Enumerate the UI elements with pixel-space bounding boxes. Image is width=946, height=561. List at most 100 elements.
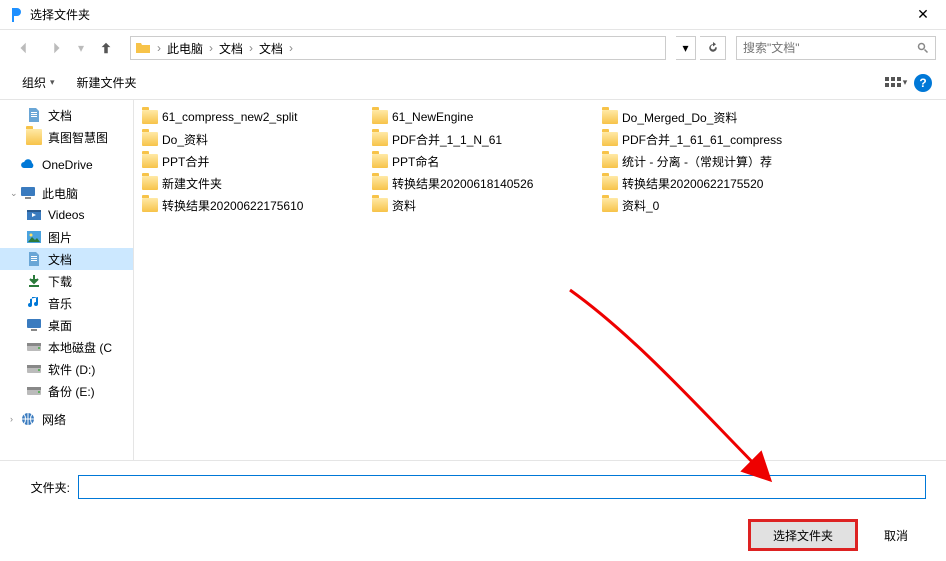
monitor-icon	[20, 185, 36, 201]
forward-button[interactable]	[42, 34, 70, 62]
sidebar-item-videos[interactable]: Videos	[0, 204, 133, 226]
chevron-right-icon: ›	[247, 41, 255, 55]
folder-icon	[602, 176, 618, 190]
sidebar-item-c[interactable]: 本地磁盘 (C	[0, 336, 133, 358]
folder-name-label: 文件夹:	[20, 479, 70, 496]
view-button[interactable]	[884, 71, 908, 95]
folder-item[interactable]: 资料_0	[598, 194, 828, 216]
up-button[interactable]	[92, 34, 120, 62]
folder-name: PPT命名	[392, 153, 439, 170]
folder-name: 资料_0	[622, 197, 659, 214]
folder-icon	[135, 40, 151, 56]
sidebar-item-d[interactable]: 软件 (D:)	[0, 358, 133, 380]
folder-name: Do_资料	[162, 131, 208, 148]
folder-name: PDF合并_1_1_N_61	[392, 131, 502, 148]
organize-button[interactable]: 组织	[14, 71, 63, 94]
refresh-button[interactable]	[700, 36, 726, 60]
folder-item[interactable]: 转换结果20200622175610	[138, 194, 368, 216]
folder-item[interactable]: Do_Merged_Do_资料	[598, 106, 828, 128]
folder-icon	[602, 154, 618, 168]
navbar: ▾ › 此电脑 › 文档 › 文档 › ▾	[0, 30, 946, 66]
folder-name: 转换结果20200618140526	[392, 175, 533, 192]
folder-item[interactable]: 转换结果20200618140526	[368, 172, 598, 194]
folder-icon	[372, 176, 388, 190]
window-title: 选择文件夹	[30, 6, 908, 23]
sidebar-item-label: 音乐	[48, 295, 72, 312]
folder-item[interactable]: 统计 - 分离 -（常规计算）荐	[598, 150, 828, 172]
sidebar-item-[interactable]: 文档	[0, 248, 133, 270]
sidebar-item-label: 下载	[48, 273, 72, 290]
sidebar[interactable]: 文档 真图智慧图 OneDrive ⌄此电脑 Videos图片文档下载音乐桌面本…	[0, 100, 134, 460]
toolbar: 组织 新建文件夹 ?	[0, 66, 946, 100]
sidebar-item-network[interactable]: › 网络	[0, 408, 133, 430]
music-icon	[26, 295, 42, 311]
folder-icon	[372, 110, 388, 124]
sidebar-item-[interactable]: 音乐	[0, 292, 133, 314]
picture-icon	[26, 229, 42, 245]
sidebar-item-[interactable]: 图片	[0, 226, 133, 248]
sidebar-item-label: 网络	[42, 411, 66, 428]
folder-item[interactable]: 资料	[368, 194, 598, 216]
folder-name: 61_NewEngine	[392, 110, 473, 124]
folder-icon	[142, 110, 158, 124]
disk-icon	[26, 383, 42, 399]
back-button[interactable]	[10, 34, 38, 62]
folder-name: 转换结果20200622175520	[622, 175, 763, 192]
sidebar-item-e[interactable]: 备份 (E:)	[0, 380, 133, 402]
crumb-documents[interactable]: 文档	[215, 40, 247, 57]
folder-name: 资料	[392, 197, 416, 214]
folder-item[interactable]: 61_compress_new2_split	[138, 106, 368, 128]
close-button[interactable]: ✕	[908, 6, 938, 23]
sidebar-item-label: 图片	[48, 229, 72, 246]
select-folder-button[interactable]: 选择文件夹	[748, 519, 858, 551]
breadcrumb-dropdown[interactable]: ▾	[676, 36, 696, 60]
download-icon	[26, 273, 42, 289]
search-box[interactable]	[736, 36, 936, 60]
folder-item[interactable]: PDF合并_1_61_61_compress	[598, 128, 828, 150]
expand-icon[interactable]: ›	[10, 414, 20, 424]
chevron-right-icon: ›	[287, 41, 295, 55]
cloud-icon	[20, 157, 36, 173]
sidebar-item-zhentu[interactable]: 真图智慧图	[0, 126, 133, 148]
organize-label: 组织	[22, 74, 46, 91]
crumb-thispc[interactable]: 此电脑	[163, 40, 207, 57]
chevron-right-icon: ›	[155, 41, 163, 55]
folder-list[interactable]: 61_compress_new2_split 61_NewEngine Do_Mer…	[134, 100, 946, 460]
folder-item[interactable]: PPT合并	[138, 150, 368, 172]
folder-item[interactable]: Do_资料	[138, 128, 368, 150]
help-button[interactable]: ?	[914, 74, 932, 92]
doc-icon	[26, 251, 42, 267]
sidebar-item-thispc[interactable]: ⌄此电脑	[0, 182, 133, 204]
folder-item[interactable]: PPT命名	[368, 150, 598, 172]
sidebar-item-onedrive[interactable]: OneDrive	[0, 154, 133, 176]
titlebar: 选择文件夹 ✕	[0, 0, 946, 30]
folder-icon	[26, 129, 42, 145]
sidebar-item-[interactable]: 桌面	[0, 314, 133, 336]
sidebar-item-label: 软件 (D:)	[48, 361, 95, 378]
folder-item[interactable]: 转换结果20200622175520	[598, 172, 828, 194]
folder-icon	[142, 198, 158, 212]
sidebar-item-label: 文档	[48, 251, 72, 268]
crumb-documents2[interactable]: 文档	[255, 40, 287, 57]
app-logo-icon	[8, 7, 24, 23]
folder-item[interactable]: PDF合并_1_1_N_61	[368, 128, 598, 150]
cancel-button[interactable]: 取消	[866, 522, 926, 548]
sidebar-item-documents-quick[interactable]: 文档	[0, 104, 133, 126]
folder-item[interactable]: 新建文件夹	[138, 172, 368, 194]
search-input[interactable]	[743, 41, 917, 55]
folder-name-input[interactable]	[78, 475, 926, 499]
new-folder-button[interactable]: 新建文件夹	[69, 71, 145, 94]
network-icon	[20, 411, 36, 427]
collapse-icon[interactable]: ⌄	[10, 188, 20, 199]
folder-item[interactable]: 61_NewEngine	[368, 106, 598, 128]
recent-dropdown[interactable]: ▾	[74, 34, 88, 62]
folder-icon	[602, 132, 618, 146]
sidebar-item-[interactable]: 下载	[0, 270, 133, 292]
folder-name: 61_compress_new2_split	[162, 110, 297, 124]
folder-icon	[142, 154, 158, 168]
video-icon	[26, 207, 42, 223]
document-icon	[26, 107, 42, 123]
breadcrumb[interactable]: › 此电脑 › 文档 › 文档 ›	[130, 36, 666, 60]
sidebar-item-label: 备份 (E:)	[48, 383, 95, 400]
disk-icon	[26, 339, 42, 355]
